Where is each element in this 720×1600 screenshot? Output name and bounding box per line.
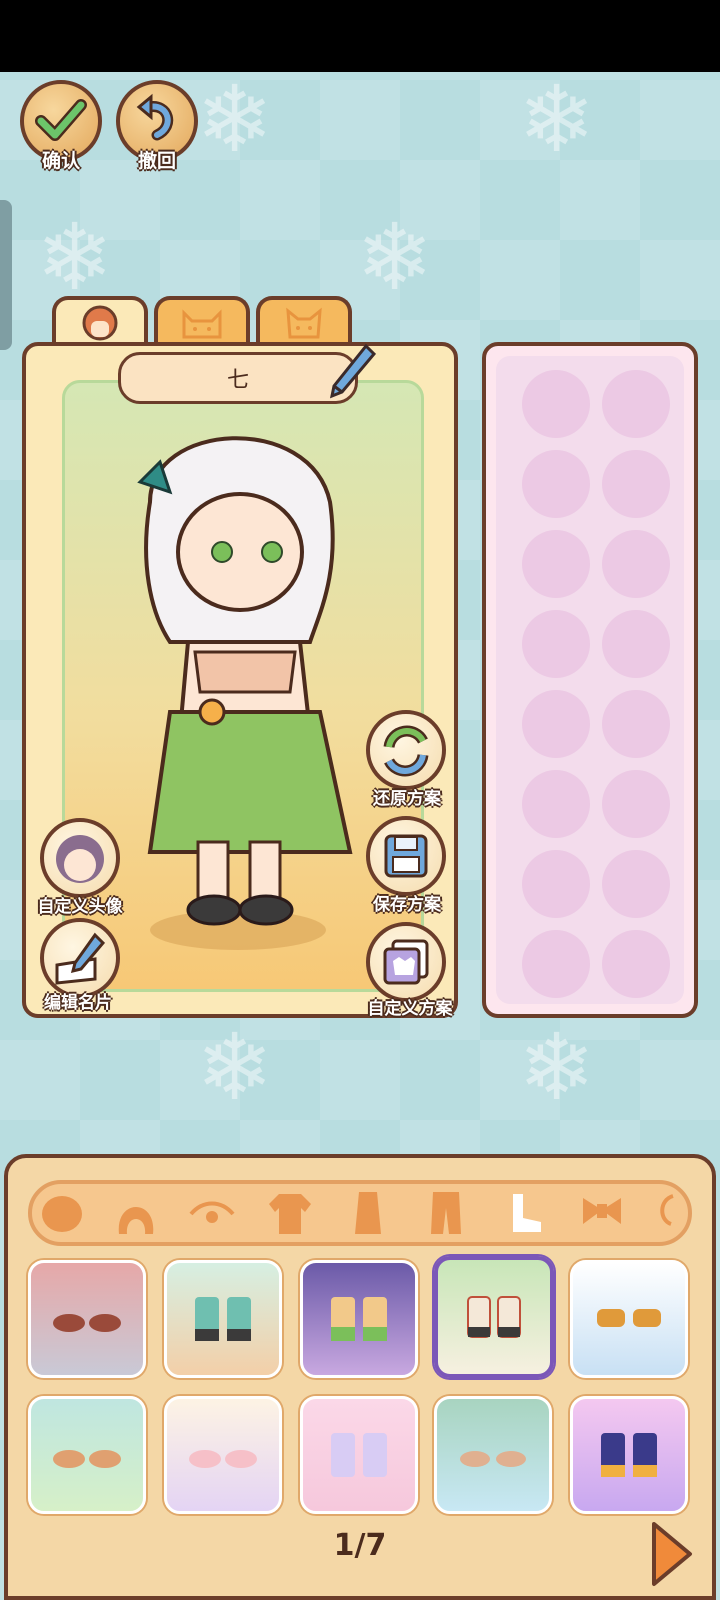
- undo-label: 撤回: [137, 150, 177, 172]
- save-plan-button[interactable]: [366, 816, 446, 896]
- dog-face-icon: [286, 307, 322, 339]
- pants-icon: [431, 1192, 461, 1234]
- shoe-item[interactable]: [300, 1396, 418, 1514]
- cat-face-icon: [182, 309, 222, 339]
- category-more[interactable]: [652, 1188, 682, 1238]
- boot-icon: [513, 1194, 541, 1232]
- shoe-icon: [53, 1314, 121, 1332]
- edit-card-label: 编辑名片: [44, 993, 112, 1013]
- character-figure: [137, 436, 353, 950]
- page-indicator: 1/7: [333, 1528, 387, 1563]
- save-plan-label: 保存方案: [373, 895, 441, 915]
- custom-avatar-button[interactable]: [40, 818, 120, 898]
- sandal-icon: [460, 1451, 526, 1467]
- character-name: 七: [226, 368, 249, 393]
- shoe-item[interactable]: [300, 1260, 418, 1378]
- boot-item-icon: [601, 1433, 657, 1477]
- saved-slot[interactable]: [522, 930, 590, 998]
- category-face[interactable]: [34, 1188, 90, 1238]
- saved-slot[interactable]: [602, 530, 670, 598]
- saved-slot[interactable]: [602, 850, 670, 918]
- shoe-item[interactable]: [28, 1396, 146, 1514]
- saved-slot[interactable]: [602, 370, 670, 438]
- category-dress[interactable]: [340, 1188, 396, 1238]
- undo-arrow-icon: [136, 93, 174, 141]
- avatar-portrait-icon: [56, 835, 104, 883]
- edit-card-icon: [55, 932, 106, 985]
- boot-item-icon: [331, 1297, 387, 1341]
- character-name-plate[interactable]: 七: [118, 352, 358, 404]
- bow-icon: [583, 1198, 621, 1224]
- shoe-item[interactable]: [28, 1260, 146, 1378]
- saved-slot[interactable]: [602, 610, 670, 678]
- confirm-label: 确认: [41, 150, 81, 172]
- shoe-item[interactable]: [434, 1396, 552, 1514]
- shoe-icon: [53, 1450, 121, 1468]
- next-page-arrow-icon[interactable]: [648, 1520, 694, 1588]
- sandal-icon: [597, 1309, 661, 1327]
- custom-avatar-label: 自定义头像: [37, 897, 123, 917]
- tab-character[interactable]: [52, 296, 148, 346]
- category-pants[interactable]: [418, 1188, 474, 1238]
- girl-face-icon: [82, 305, 118, 341]
- saved-slot[interactable]: [522, 610, 590, 678]
- tab-dog[interactable]: [256, 296, 352, 346]
- hair-icon: [118, 1207, 154, 1234]
- shoe-item[interactable]: [164, 1260, 282, 1378]
- status-bar: [0, 0, 720, 72]
- custom-plan-label: 自定义方案: [367, 999, 453, 1019]
- category-eyes[interactable]: [184, 1188, 240, 1238]
- custom-plan-button[interactable]: [366, 922, 446, 1002]
- category-hair[interactable]: [108, 1188, 164, 1238]
- category-top[interactable]: [262, 1188, 318, 1238]
- tab-cat[interactable]: [154, 296, 250, 346]
- restore-plan-label: 还原方案: [373, 789, 441, 809]
- snowflake-decoration: ❄: [518, 66, 596, 173]
- snowflake-decoration: ❄: [196, 1014, 274, 1121]
- saved-slot[interactable]: [602, 690, 670, 758]
- category-shoes[interactable]: [496, 1188, 552, 1238]
- shoe-item[interactable]: [570, 1396, 688, 1514]
- pencil-edit-icon[interactable]: [326, 342, 378, 404]
- boot-item-icon: [331, 1433, 387, 1477]
- snowflake-decoration: ❄: [196, 66, 274, 173]
- shoe-icon: [189, 1450, 257, 1468]
- edit-card-button[interactable]: [40, 918, 120, 998]
- snowflake-decoration: ❄: [356, 204, 434, 311]
- refresh-arrows-icon: [383, 725, 429, 777]
- side-drawer-handle[interactable]: [0, 200, 12, 350]
- saved-slot[interactable]: [602, 770, 670, 838]
- shirt-icon: [269, 1194, 311, 1234]
- saved-slot[interactable]: [522, 450, 590, 518]
- saved-slot[interactable]: [602, 450, 670, 518]
- saved-slot[interactable]: [522, 850, 590, 918]
- shoe-item[interactable]: [570, 1260, 688, 1378]
- floppy-disk-icon: [384, 834, 428, 878]
- swirl-icon: [660, 1194, 674, 1226]
- dress-icon: [355, 1192, 381, 1234]
- checkmark-icon: [35, 99, 87, 141]
- shoe-item[interactable]: [164, 1396, 282, 1514]
- restore-plan-button[interactable]: [366, 710, 446, 790]
- saved-slots-grid: [496, 356, 684, 1004]
- shoe-item-selected[interactable]: [434, 1256, 554, 1378]
- saved-slots-panel: [482, 342, 698, 1018]
- category-accessory[interactable]: [574, 1188, 630, 1238]
- snowflake-decoration: ❄: [518, 1014, 596, 1121]
- saved-slot[interactable]: [522, 370, 590, 438]
- saved-slot[interactable]: [522, 530, 590, 598]
- outfit-cards-icon: [383, 939, 429, 985]
- saved-slot[interactable]: [522, 690, 590, 758]
- boot-item-icon: [467, 1296, 521, 1338]
- snowflake-decoration: ❄: [36, 204, 114, 311]
- face-icon: [42, 1196, 82, 1232]
- saved-slot[interactable]: [602, 930, 670, 998]
- boot-item-icon: [195, 1297, 251, 1341]
- saved-slot[interactable]: [522, 770, 590, 838]
- eye-icon: [189, 1201, 235, 1223]
